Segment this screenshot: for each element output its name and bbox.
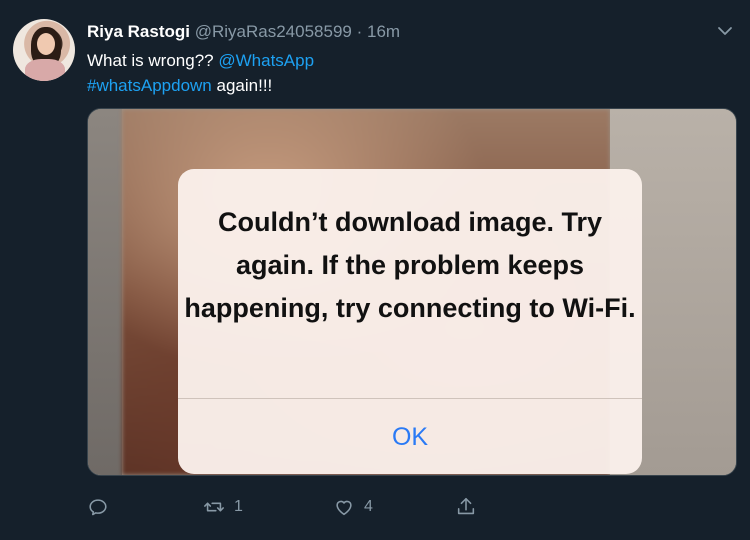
author-handle[interactable]: @RiyaRas24058599	[195, 22, 352, 41]
chevron-down-icon	[718, 27, 732, 35]
author-name[interactable]: Riya Rastogi	[87, 22, 190, 41]
avatar-dress	[25, 59, 65, 81]
tweet-text-part: What is wrong??	[87, 51, 214, 70]
like-count: 4	[364, 498, 373, 515]
alert-ok-button: OK	[391, 423, 429, 451]
like-button[interactable]: 4	[333, 494, 373, 520]
tweet-time[interactable]: 16m	[367, 22, 400, 41]
avatar-face	[37, 33, 55, 55]
reply-button[interactable]	[87, 494, 109, 520]
tweet-text-part: again!!!	[216, 76, 273, 95]
reply-icon	[89, 499, 107, 516]
share-button[interactable]	[455, 494, 477, 520]
retweet-count: 1	[234, 498, 243, 515]
tweet-actions: 1 4	[87, 494, 727, 520]
alert-divider	[178, 398, 642, 399]
tweet-text: What is wrong?? @WhatsApp #whatsAppdown …	[87, 48, 727, 98]
ios-alert-dialog: Couldn’t download image. Try again. If t…	[178, 169, 642, 474]
tweet: Riya Rastogi @RiyaRas24058599 · 16m What…	[0, 0, 750, 540]
retweet-icon	[204, 502, 224, 512]
tweet-media-image[interactable]: Couldn’t download image. Try again. If t…	[87, 108, 737, 476]
alert-message: Couldn’t download image. Try again. If t…	[184, 207, 636, 323]
hashtag-link[interactable]: #whatsAppdown	[87, 76, 212, 95]
share-icon	[457, 497, 475, 515]
mention-link[interactable]: @WhatsApp	[218, 51, 314, 70]
avatar[interactable]	[13, 19, 75, 81]
more-options-button[interactable]	[716, 22, 734, 40]
tweet-header: Riya Rastogi @RiyaRas24058599 · 16m	[87, 22, 400, 42]
separator-dot: ·	[356, 22, 363, 41]
media-background-left	[88, 109, 122, 475]
retweet-button[interactable]: 1	[203, 494, 243, 520]
heart-icon	[336, 500, 352, 516]
